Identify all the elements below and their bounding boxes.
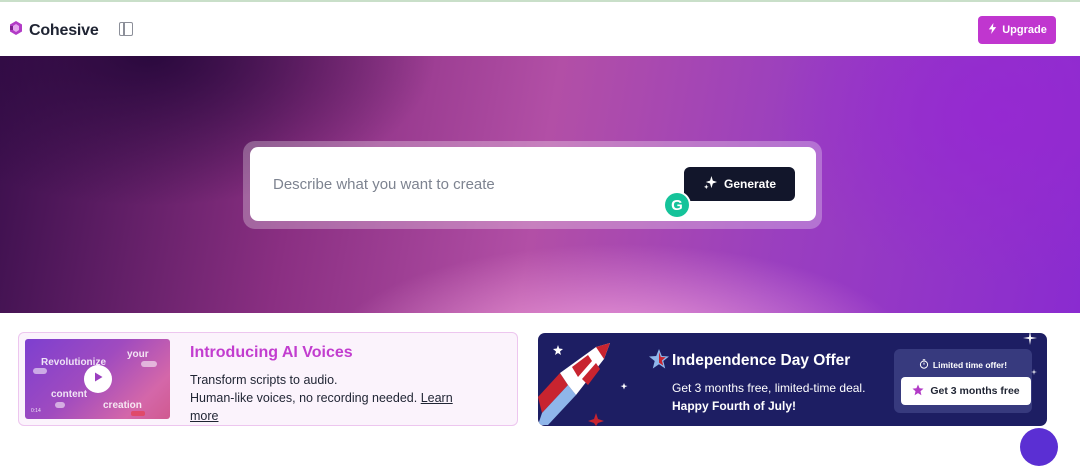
- video-thumbnail[interactable]: Revolutionize your content creation 0:14: [25, 339, 170, 419]
- play-icon: [92, 370, 104, 388]
- upgrade-label: Upgrade: [1002, 24, 1047, 36]
- promo-description: Get 3 months free, limited-time deal. Ha…: [672, 379, 872, 415]
- cohesive-logo-icon: [8, 20, 24, 41]
- independence-day-card: Independence Day Offer Get 3 months free…: [538, 333, 1047, 426]
- get-3-months-free-button[interactable]: Get 3 months free: [901, 377, 1031, 405]
- thumb-pill: [33, 368, 47, 374]
- upgrade-button[interactable]: Upgrade: [978, 16, 1056, 44]
- record-indicator: [131, 411, 145, 416]
- offer-button-label: Get 3 months free: [930, 385, 1020, 397]
- rocket-icon: [538, 343, 628, 426]
- thumb-pill: [55, 402, 65, 408]
- logo-text: Cohesive: [29, 21, 99, 39]
- sparkle-icon: [1031, 369, 1037, 375]
- promo-desc-plain: Get 3 months free, limited-time deal.: [672, 381, 866, 395]
- voices-description: Transform scripts to audio. Human-like v…: [190, 371, 480, 425]
- offer-box: Limited time offer! Get 3 months free: [894, 349, 1032, 413]
- thumb-word-4: creation: [103, 400, 142, 411]
- promo-desc-bold: Happy Fourth of July!: [672, 399, 796, 413]
- promo-title: Independence Day Offer: [672, 352, 851, 369]
- video-time: 0:14: [31, 408, 41, 414]
- timer-icon: [919, 359, 929, 371]
- lightning-icon: [987, 23, 998, 37]
- star-icon: [649, 349, 669, 369]
- voices-line-2: Human-like voices, no recording needed.: [190, 391, 418, 405]
- voices-title: Introducing AI Voices: [190, 344, 353, 361]
- generate-button[interactable]: Generate: [684, 167, 795, 201]
- play-button[interactable]: [84, 365, 112, 393]
- star-icon: [912, 384, 924, 399]
- sparkle-icon: [1023, 333, 1037, 345]
- chat-bubble-icon[interactable]: [1020, 428, 1058, 466]
- logo[interactable]: Cohesive: [8, 20, 99, 41]
- voices-line-1: Transform scripts to audio.: [190, 373, 338, 387]
- generate-label: Generate: [723, 177, 777, 191]
- offer-label-text: Limited time offer!: [932, 360, 1008, 370]
- grammarly-icon[interactable]: G: [663, 191, 691, 219]
- top-header: Cohesive Upgrade: [0, 2, 1080, 56]
- thumb-word-2: your: [127, 349, 149, 360]
- offer-label: Limited time offer!: [894, 359, 1032, 371]
- grammarly-glyph: G: [665, 193, 689, 217]
- thumb-word-3: content: [51, 389, 88, 400]
- sidebar-toggle-icon[interactable]: [119, 22, 133, 36]
- prompt-input[interactable]: [273, 174, 653, 194]
- sparkle-icon: [703, 175, 718, 193]
- thumb-pill: [141, 361, 157, 367]
